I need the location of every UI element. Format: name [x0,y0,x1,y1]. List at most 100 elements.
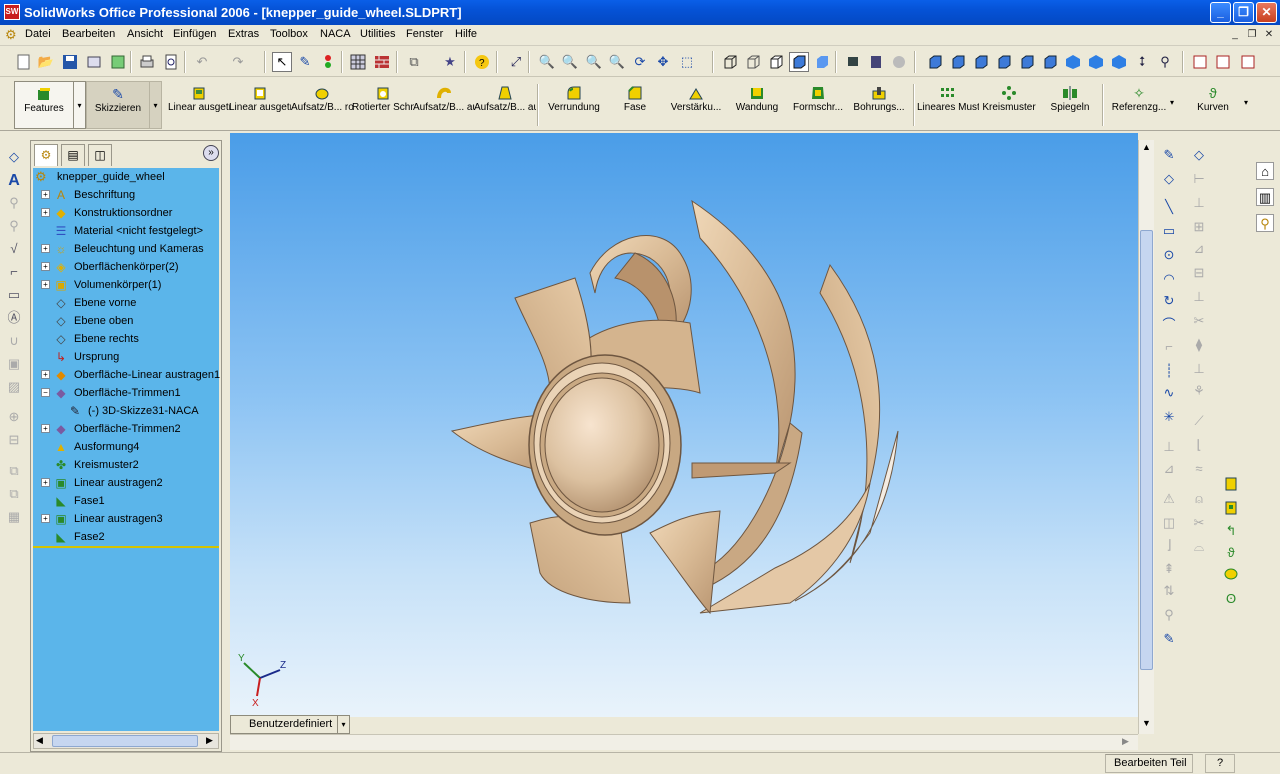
zoom-to-fit-icon[interactable]: 🔍 [537,52,557,72]
auto-balloon-icon[interactable]: ⚲ [5,217,23,235]
solidworks-menu-icon[interactable]: ⚙ [5,27,17,43]
front-view-icon[interactable] [925,52,945,72]
print-preview-icon[interactable] [161,52,181,72]
maximize-button[interactable]: ❐ [1233,2,1254,23]
scroll-down-icon[interactable]: ▼ [1142,718,1151,728]
zoom-in-out-icon[interactable]: 🔍 [584,52,604,72]
bottom-view-icon[interactable] [1040,52,1060,72]
scroll-thumb[interactable] [52,735,198,747]
display-relations-icon[interactable]: ✂ [1190,312,1208,330]
home-icon[interactable]: ⌂ [1256,162,1274,180]
cmd-lofted-boss[interactable]: Aufsatz/B... ausgeformt [474,81,536,129]
rectangle-icon[interactable]: ▭ [1160,222,1178,240]
dimetric-view-icon[interactable] [1109,52,1129,72]
tree-node[interactable]: + ☼ Beleuchtung und Kameras [33,240,219,258]
status-help-icon[interactable]: ? [1205,754,1235,773]
sketch-text-icon[interactable]: ⊥ [1160,438,1178,456]
print-icon[interactable] [137,52,157,72]
sheet-icon[interactable] [348,52,368,72]
vscroll-thumb[interactable] [1140,230,1153,670]
smart-dimension-icon[interactable]: ◇ [5,148,23,166]
undo-icon[interactable]: ↶ [192,52,212,72]
chamfer-dimension-icon[interactable]: ⊟ [1190,264,1208,282]
cmd-draft[interactable]: Formschr... [787,81,849,129]
circle-icon[interactable]: ⊙ [1160,246,1178,264]
weld-symbol-icon[interactable]: ⌐ [5,263,23,281]
trimetric-view-icon[interactable] [1086,52,1106,72]
cmd-hole-wizard[interactable]: Bohrungs... [848,81,910,129]
table-icon[interactable]: ▦ [5,508,23,526]
hole-callout-icon[interactable]: ⧉ [5,462,23,480]
menu-ansicht[interactable]: Ansicht [127,28,163,40]
open-folder-icon[interactable]: 📂 [36,52,56,72]
revision-symbol-icon[interactable]: ⧉ [5,485,23,503]
surface-finish-icon[interactable]: √ [5,240,23,258]
help-icon[interactable]: ? [472,52,492,72]
arc-icon[interactable]: ◠ [1160,270,1178,288]
right-view-icon[interactable] [994,52,1014,72]
tree-node[interactable]: ◇ Ebene rechts [33,330,219,348]
cmd-linear-pattern[interactable]: Lineares Muster [917,81,979,129]
back-view-icon[interactable] [948,52,968,72]
cut-extrude-icon[interactable] [1222,500,1240,518]
cmd-revolved-boss[interactable]: Aufsatz/B... rotiert [291,81,353,129]
zoom-selection-icon[interactable]: 🔍 [607,52,627,72]
offset-entities-icon[interactable]: ⚠ [1160,490,1178,508]
cmd-mirror[interactable]: Spiegeln [1039,81,1101,129]
expand-plus-icon[interactable]: + [41,244,50,253]
pan-icon[interactable]: ✥ [653,52,673,72]
wave-icon[interactable]: ≈ [1190,460,1208,478]
cmd-swept-boss[interactable]: Aufsatz/B... ausgetragen [413,81,475,129]
link-views-icon[interactable]: ⚲ [1155,52,1175,72]
shaded-with-edges-icon[interactable] [789,52,809,72]
tree-node[interactable]: + ◆ Konstruktionsordner [33,204,219,222]
options-icon[interactable]: ⧉ [404,52,424,72]
mirror-entities-icon[interactable]: ◫ [1160,514,1178,532]
rotate-view-icon[interactable]: ⟳ [630,52,650,72]
area-hatch-icon[interactable]: ▨ [5,378,23,396]
file-explorer-icon[interactable]: ⚲ [1256,214,1274,232]
print-template-icon[interactable] [84,52,104,72]
collapse-minus-icon[interactable]: − [41,388,50,397]
scan-equal-icon[interactable]: ⧫ [1190,336,1208,354]
new-document-icon[interactable] [14,52,34,72]
cmd-circular-pattern[interactable]: Kreismuster [978,81,1040,129]
fully-define-icon[interactable]: ⊥ [1190,360,1208,378]
datum-feature-icon[interactable]: Ⓐ [5,309,23,327]
sketch-icon[interactable]: ✎ [295,52,315,72]
close-button[interactable]: ✕ [1256,2,1277,23]
menu-hilfe[interactable]: Hilfe [455,28,477,40]
view-orientation-combo[interactable]: Benutzerdefiniert ▾ [230,715,350,734]
expand-plus-icon[interactable]: + [41,478,50,487]
menu-datei[interactable]: Datei [25,28,51,40]
tree-node[interactable]: ◇ Ebene oben [33,312,219,330]
menu-toolbox[interactable]: Toolbox [270,28,308,40]
check-sketch-icon[interactable]: ⚘ [1190,382,1208,400]
note-icon[interactable]: A [5,172,23,190]
move-entities-icon[interactable]: ⇅ [1160,582,1178,600]
tree-node[interactable]: − ◆ Oberfläche-Trimmen1 [33,384,219,402]
projected-curve-icon[interactable]: ʘ [1222,590,1240,608]
tree-node[interactable]: + ◆ Oberfläche-Trimmen2 [33,420,219,438]
rebuild-icon[interactable] [318,52,338,72]
menu-einfuegen[interactable]: Einfügen [173,28,216,40]
window-arrange-icon[interactable] [1213,52,1233,72]
expand-plus-icon[interactable]: + [41,190,50,199]
tab-feature-tree[interactable]: ⚙ [34,144,58,166]
tree-node[interactable]: ◣ Fase2 [33,528,219,546]
tree-node[interactable]: ↳ Ursprung [33,348,219,366]
baseline-dimension-icon[interactable]: ⊞ [1190,218,1208,236]
expand-plus-icon[interactable]: + [41,262,50,271]
viewport-hscrollbar[interactable]: ▶ [230,734,1138,750]
ordinate-dimension-icon[interactable]: ⊿ [1190,240,1208,258]
tree-node[interactable]: + ◈ Oberflächenkörper(2) [33,258,219,276]
tree-node[interactable]: + ▣ Volumenkörper(1) [33,276,219,294]
cmd-rib[interactable]: Verstärku... [665,81,727,129]
shaded-icon[interactable] [812,52,832,72]
expand-plus-icon[interactable]: + [41,208,50,217]
centerline-icon[interactable]: ┊ [1160,362,1178,380]
trim-entities-icon[interactable]: ⌋ [1160,536,1178,554]
save-icon[interactable] [60,52,80,72]
hidden-lines-visible-icon[interactable] [743,52,763,72]
scroll-right-icon[interactable]: ▶ [1122,736,1129,747]
